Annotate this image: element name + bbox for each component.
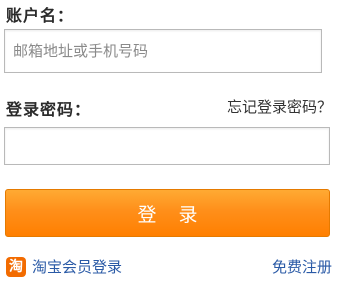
login-button[interactable]: 登录 (5, 189, 330, 237)
password-input[interactable] (4, 127, 330, 165)
forgot-password-link[interactable]: 忘记登录密码？ (227, 96, 332, 117)
account-label: 账户名： (6, 6, 75, 25)
taobao-member-login-label: 淘宝会员登录 (32, 258, 123, 276)
taobao-icon: 淘 (6, 256, 26, 277)
free-register-link[interactable]: 免费注册 (272, 256, 332, 277)
taobao-member-login-link[interactable]: 淘 淘宝会员登录 (6, 256, 122, 277)
password-label: 登录密码： (6, 100, 92, 119)
login-form: 账户名： 登录密码： 忘记登录密码？ 登录 淘 淘宝会员登录 免费注册 (0, 0, 338, 298)
account-input[interactable] (4, 29, 322, 73)
